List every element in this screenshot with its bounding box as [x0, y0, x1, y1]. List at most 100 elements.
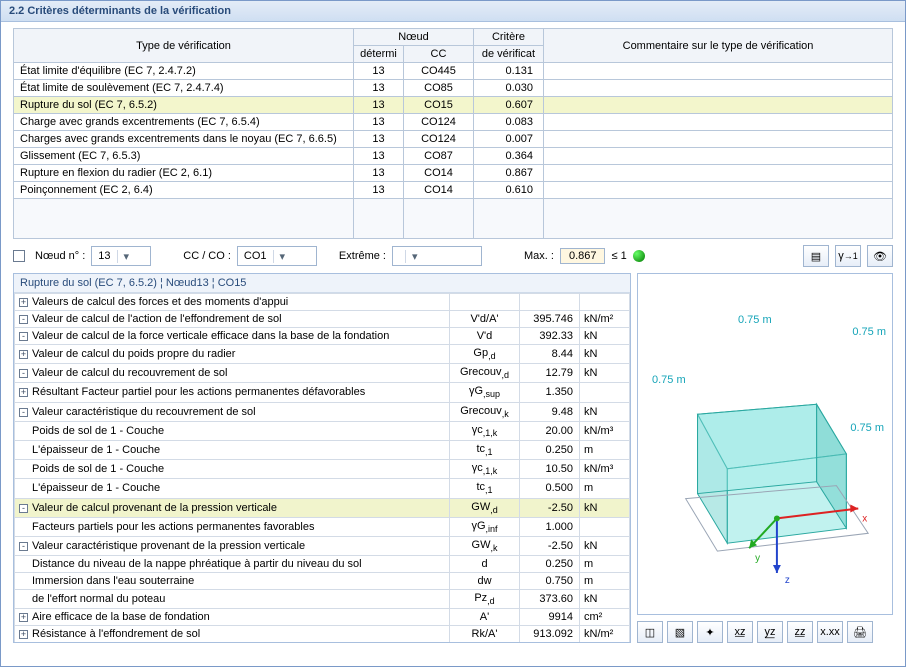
expand-icon[interactable]: + — [19, 298, 28, 307]
chevron-down-icon[interactable]: ▾ — [405, 250, 421, 263]
tool-btn-1[interactable]: ▤ — [803, 245, 829, 267]
tree-label: Valeurs de calcul des forces et des mome… — [32, 296, 288, 308]
panel-root: 2.2 Critères déterminants de la vérifica… — [0, 0, 906, 667]
yz-icon[interactable]: y͟z — [757, 621, 783, 643]
max-cond: ≤ 1 — [611, 250, 626, 262]
tool-btn-2[interactable]: γ→1 — [835, 245, 861, 267]
node-combo[interactable]: 13▾ — [91, 246, 151, 266]
axes-icon[interactable]: ✦ — [697, 621, 723, 643]
eye-icon[interactable]: 👁 — [867, 245, 893, 267]
panel-title: 2.2 Critères déterminants de la vérifica… — [1, 1, 905, 22]
table-row[interactable]: État limite d'équilibre (EC 7, 2.4.7.2)1… — [14, 63, 893, 80]
tree-row[interactable]: Facteurs partiels pour les actions perma… — [15, 517, 630, 536]
col-crit: de vérificat — [474, 46, 544, 63]
collapse-icon[interactable]: - — [19, 369, 28, 378]
tree-label: Valeur de calcul de l'action de l'effond… — [32, 313, 282, 325]
tree-row[interactable]: L'épaisseur de 1 - Couchetc,10.500m — [15, 479, 630, 498]
tree-row[interactable]: de l'effort normal du poteauPz,d373.60kN — [15, 590, 630, 609]
tree-label: Valeur caractéristique provenant de la p… — [32, 540, 305, 552]
detail-tree-title: Rupture du sol (EC 7, 6.5.2) ¦ Nœud13 ¦ … — [14, 274, 630, 293]
tree-label: L'épaisseur de 1 - Couche — [32, 444, 160, 456]
tree-label: Facteurs partiels pour les actions perma… — [32, 521, 314, 533]
tree-row[interactable]: + Résultant Facteur partiel pour les acti… — [15, 383, 630, 402]
tree-row[interactable]: -Valeur caractéristique provenant de la … — [15, 536, 630, 555]
col-group-crit: Critère — [474, 29, 544, 46]
tree-row[interactable]: Poids de sol de 1 - Coucheγc,1,k10.50kN/… — [15, 460, 630, 479]
col-group-node: Nœud — [354, 29, 474, 46]
verification-table[interactable]: Type de vérification Nœud Critère Commen… — [13, 28, 893, 239]
tree-row[interactable]: -Valeur de calcul de la force verticale … — [15, 328, 630, 345]
tree-label: Valeur de calcul provenant de la pressio… — [32, 502, 277, 514]
tree-label: Immersion dans l'eau souterraine — [32, 575, 194, 587]
xz-icon[interactable]: x͟z — [727, 621, 753, 643]
tree-row[interactable]: Poids de sol de 1 - Coucheγc,1,k20.00kN/… — [15, 421, 630, 440]
dim-right: 0.75 m — [850, 422, 884, 434]
tree-row[interactable]: +Aire efficace de la base de fondationA'… — [15, 609, 630, 626]
collapse-icon[interactable]: - — [19, 504, 28, 513]
zz-icon[interactable]: z͟z — [787, 621, 813, 643]
table-row[interactable]: Rupture du sol (EC 7, 6.5.2)13CO150.607 — [14, 97, 893, 114]
tree-row[interactable]: -Valeur de calcul de l'action de l'effon… — [15, 311, 630, 328]
filter-bar: Nœud n° : 13▾ CC / CO : CO1▾ Extrême : ▾… — [1, 239, 905, 273]
svg-text:z: z — [785, 575, 790, 586]
chevron-down-icon[interactable]: ▾ — [117, 250, 133, 263]
tree-row[interactable]: L'épaisseur de 1 - Couchetc,10.250m — [15, 440, 630, 459]
col-cc: CC — [404, 46, 474, 63]
3d-toolbar: ◫▧✦x͟zy͟zz͟zx.xx🖨 — [637, 621, 893, 643]
tree-row[interactable]: Distance du niveau de la nappe phréatiqu… — [15, 556, 630, 573]
tree-label: Distance du niveau de la nappe phréatiqu… — [32, 558, 362, 570]
expand-icon[interactable]: + — [19, 388, 28, 397]
detail-tree-pane: Rupture du sol (EC 7, 6.5.2) ¦ Nœud13 ¦ … — [13, 273, 631, 643]
tree-row[interactable]: -Valeur de calcul provenant de la pressi… — [15, 498, 630, 517]
table-row[interactable]: État limite de soulèvement (EC 7, 2.4.7.… — [14, 80, 893, 97]
tree-row[interactable]: +Résistance à l'effondrement de solRk/A'… — [15, 626, 630, 642]
tree-label: Résultant Facteur partiel pour les actio… — [32, 386, 365, 398]
col-det: détermi — [354, 46, 404, 63]
svg-text:x: x — [862, 513, 867, 524]
tree-label: Poids de sol de 1 - Couche — [32, 425, 164, 437]
extreme-combo[interactable]: ▾ — [392, 246, 482, 266]
max-label: Max. : — [524, 250, 554, 262]
cube-front-icon[interactable]: ▧ — [667, 621, 693, 643]
col-comment: Commentaire sur le type de vérification — [544, 29, 893, 63]
node-checkbox[interactable] — [13, 250, 25, 262]
tree-label: Valeur de calcul du poids propre du radi… — [32, 348, 235, 360]
detail-tree[interactable]: + Valeurs de calcul des forces et des mom… — [14, 293, 630, 642]
collapse-icon[interactable]: - — [19, 315, 28, 324]
extreme-label: Extrême : — [339, 250, 386, 262]
expand-icon[interactable]: + — [19, 350, 28, 359]
ccco-combo[interactable]: CO1▾ — [237, 246, 317, 266]
cube-iso-icon[interactable]: ◫ — [637, 621, 663, 643]
tree-row[interactable]: + Valeur de calcul du poids propre du rad… — [15, 345, 630, 364]
expand-icon[interactable]: + — [19, 613, 28, 622]
collapse-icon[interactable]: - — [19, 408, 28, 417]
xxx-icon[interactable]: x.xx — [817, 621, 843, 643]
tree-row[interactable]: -Valeur caractéristique du recouvrement … — [15, 402, 630, 421]
collapse-icon[interactable]: - — [19, 542, 28, 551]
chevron-down-icon[interactable]: ▾ — [273, 250, 289, 263]
table-row[interactable]: Poinçonnement (EC 2, 6.4)13CO140.610 — [14, 182, 893, 199]
3d-viewport[interactable]: x y z 0.75 m 0.75 m 0.75 m 0.75 m — [637, 273, 893, 615]
tree-row[interactable]: Immersion dans l'eau souterrainedw0.750m — [15, 573, 630, 590]
dim-top1: 0.75 m — [738, 314, 772, 326]
table-row[interactable]: Rupture en flexion du radier (EC 2, 6.1)… — [14, 165, 893, 182]
table-row[interactable]: Charge avec grands excentrements (EC 7, … — [14, 114, 893, 131]
svg-text:y: y — [755, 553, 760, 564]
table-row[interactable]: Glissement (EC 7, 6.5.3)13CO870.364 — [14, 148, 893, 165]
print-icon[interactable]: 🖨 — [847, 621, 873, 643]
tree-row[interactable]: + Valeurs de calcul des forces et des mom… — [15, 294, 630, 311]
tree-label: Valeur caractéristique du recouvrement d… — [32, 406, 256, 418]
tree-label: Valeur de calcul du recouvrement de sol — [32, 367, 227, 379]
tree-label: Poids de sol de 1 - Couche — [32, 463, 164, 475]
tree-label: Résistance à l'effondrement de sol — [32, 628, 200, 640]
max-value: 0.867 — [560, 248, 606, 264]
col-type: Type de vérification — [14, 29, 354, 63]
collapse-icon[interactable]: - — [19, 332, 28, 341]
tree-row[interactable]: -Valeur de calcul du recouvrement de sol… — [15, 364, 630, 383]
table-row[interactable]: Charges avec grands excentrements dans l… — [14, 131, 893, 148]
expand-icon[interactable]: + — [19, 630, 28, 639]
dim-left: 0.75 m — [652, 374, 686, 386]
node-label: Nœud n° : — [35, 250, 85, 262]
tree-label: Aire efficace de la base de fondation — [32, 611, 210, 623]
tree-label: L'épaisseur de 1 - Couche — [32, 482, 160, 494]
